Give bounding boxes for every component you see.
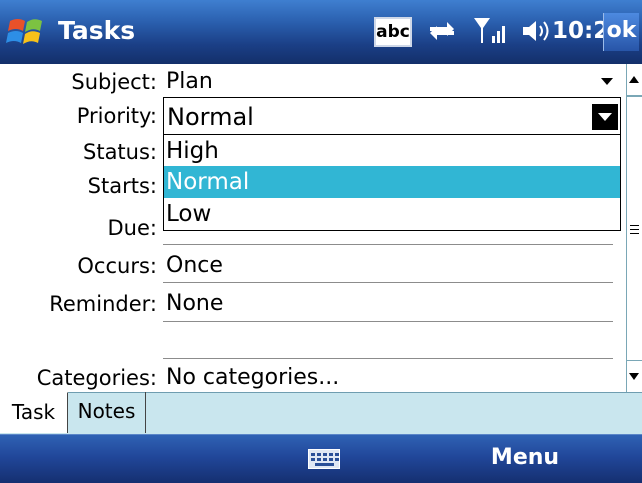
priority-options-list: High Normal Low: [163, 134, 621, 231]
input-mode-abc-icon[interactable]: abc: [374, 17, 412, 47]
subject-row[interactable]: Subject: Plan: [0, 64, 626, 100]
signal-strength-icon[interactable]: [467, 14, 511, 48]
scroll-down-icon[interactable]: [627, 360, 642, 392]
due-label: Due:: [107, 216, 157, 240]
reminder-value[interactable]: None: [166, 286, 223, 322]
priority-selected-value[interactable]: Normal: [167, 98, 254, 136]
keyboard-icon[interactable]: [308, 449, 340, 469]
priority-label: Priority:: [76, 104, 157, 128]
subject-label: Subject:: [71, 70, 157, 94]
menu-button[interactable]: Menu: [480, 441, 570, 475]
occurs-label: Occurs:: [77, 254, 157, 278]
scroll-thumb[interactable]: [627, 96, 642, 361]
divider: [163, 321, 613, 322]
subject-dropdown-arrow-icon[interactable]: [601, 78, 613, 85]
priority-option-normal[interactable]: Normal: [164, 166, 620, 198]
volume-icon[interactable]: [518, 14, 556, 48]
reminder-label: Reminder:: [49, 292, 157, 316]
vertical-scrollbar[interactable]: [626, 64, 642, 392]
tab-notes[interactable]: Notes: [68, 392, 146, 433]
ok-button[interactable]: ok: [603, 13, 639, 51]
status-label: Status:: [83, 140, 157, 164]
priority-combobox[interactable]: Normal: [163, 97, 621, 135]
title-bar: Tasks abc 10:21 ok: [0, 0, 642, 64]
divider: [163, 244, 613, 245]
connectivity-icon[interactable]: [424, 14, 460, 48]
soft-key-bar: Menu: [0, 434, 642, 483]
starts-label: Starts:: [87, 174, 157, 198]
subject-value[interactable]: Plan: [166, 64, 213, 100]
divider: [163, 282, 613, 283]
categories-label: Categories:: [36, 366, 157, 390]
priority-option-low[interactable]: Low: [164, 198, 620, 230]
reminder-row[interactable]: Reminder: None: [0, 286, 626, 322]
app-title: Tasks: [58, 16, 136, 45]
scroll-grip-icon: [630, 225, 639, 234]
priority-option-high[interactable]: High: [164, 135, 620, 167]
categories-row[interactable]: Categories: No categories...: [0, 360, 626, 396]
divider: [163, 358, 613, 359]
categories-value[interactable]: No categories...: [166, 360, 339, 396]
scroll-up-icon[interactable]: [627, 64, 642, 96]
occurs-row[interactable]: Occurs: Once: [0, 248, 626, 284]
tab-task[interactable]: Task: [0, 392, 68, 433]
priority-dropdown-arrow-icon[interactable]: [592, 104, 618, 130]
windows-start-icon[interactable]: [6, 13, 48, 51]
occurs-value[interactable]: Once: [166, 248, 223, 284]
tab-bar: Task Notes: [0, 392, 642, 434]
